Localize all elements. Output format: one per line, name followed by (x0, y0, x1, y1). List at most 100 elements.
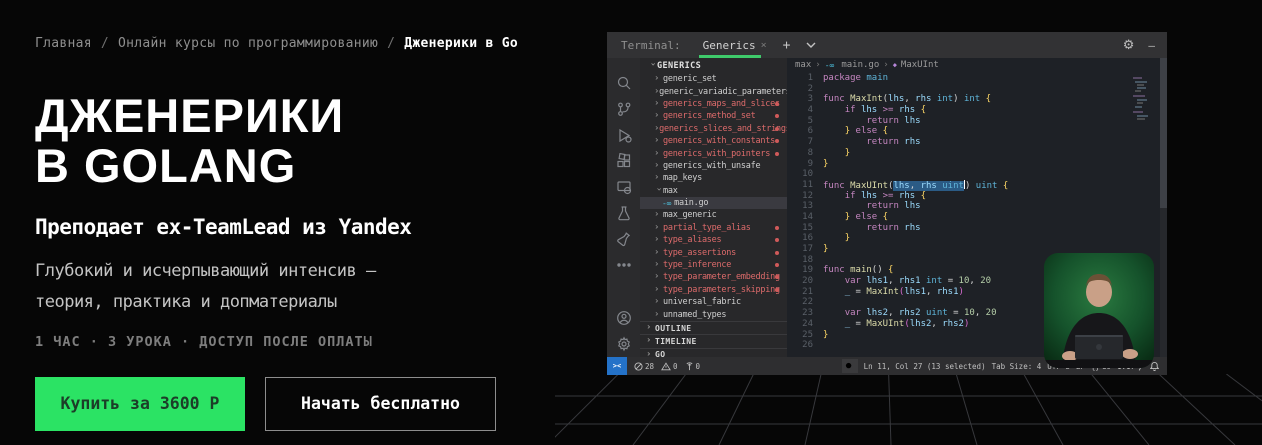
breadcrumb-separator: / (387, 36, 395, 51)
chevron-icon: › (654, 272, 663, 282)
tree-item-max[interactable]: ›max (640, 185, 787, 197)
tools-icon[interactable] (613, 226, 635, 252)
chevron-icon: › (654, 136, 663, 146)
code-line: 4 if lhs >= rhs { (787, 105, 1143, 116)
modified-dot (775, 238, 779, 242)
extensions-icon[interactable] (613, 148, 635, 174)
status-line-col[interactable]: Ln 11, Col 27 (13 selected) (864, 362, 986, 371)
forwarded-ports[interactable]: 0 (685, 362, 701, 371)
breadcrumb-separator: / (101, 36, 109, 51)
search-icon[interactable] (613, 70, 635, 96)
tree-item-generic_variadic_parameters[interactable]: ›generic_variadic_parameters (640, 85, 787, 97)
tree-item-type_parameter_embedding[interactable]: ›type_parameter_embedding (640, 271, 787, 283)
tree-item-generics_with_pointers[interactable]: ›generics_with_pointers (640, 147, 787, 159)
chevron-icon: › (654, 98, 663, 108)
sidebar-section-go[interactable]: ›GO (640, 348, 787, 357)
code-line: 10 (787, 169, 1143, 180)
gear-icon[interactable]: ⚙ (1123, 38, 1135, 53)
scrollbar-thumb[interactable] (1160, 58, 1167, 208)
code-line: 11func MaxUInt(lhs, rhs uint) uint { (787, 180, 1143, 191)
testing-icon[interactable] (613, 200, 635, 226)
tree-item-universal_fabric[interactable]: ›universal_fabric (640, 296, 787, 308)
modified-dot (775, 139, 779, 143)
tree-item-partial_type_alias[interactable]: ›partial_type_alias (640, 222, 787, 234)
tree-item-generics_with_constants[interactable]: ›generics_with_constants (640, 135, 787, 147)
breadcrumb-courses[interactable]: Онлайн курсы по программированию (118, 36, 378, 51)
editor-titlebar: Terminal: Generics × + ⚙ – (607, 32, 1167, 58)
scrollbar[interactable] (1160, 58, 1167, 357)
chevron-icon: › (654, 111, 663, 121)
chevron-icon: › (654, 74, 663, 84)
problems-warnings[interactable]: 0 (661, 362, 678, 371)
tree-item-type_parameters_skipping[interactable]: ›type_parameters_skipping (640, 284, 787, 296)
person-hand (1122, 349, 1138, 359)
tree-item-generics_maps_and_slices[interactable]: ›generics_maps_and_slices (640, 98, 787, 110)
explorer-section-header[interactable]: › GENERICS (640, 58, 787, 73)
tree-item-map_keys[interactable]: ›map_keys (640, 172, 787, 184)
breadcrumb-home[interactable]: Главная (35, 36, 92, 51)
cta-buttons: Купить за 3600 Р Начать бесплатно (35, 377, 535, 431)
tree-item-generics_with_unsafe[interactable]: ›generics_with_unsafe (640, 160, 787, 172)
chevron-icon: › (648, 61, 658, 70)
tree-item-main.go[interactable]: -∞main.go (640, 197, 787, 209)
code-line: 1package main (787, 73, 1143, 84)
remote-indicator[interactable]: >< (607, 357, 627, 375)
page-title: ДЖЕНЕРИКИ В GOLANG (35, 91, 535, 191)
editor-breadcrumb[interactable]: max› -∞ main.go› ◆ MaxUInt (787, 58, 1167, 72)
code-line: 12 if lhs >= rhs { (787, 191, 1143, 202)
chevron-down-icon[interactable] (806, 39, 816, 52)
chevron-icon: › (654, 210, 663, 220)
tree-item-type_aliases[interactable]: ›type_aliases (640, 234, 787, 246)
minimize-icon[interactable]: – (1148, 39, 1155, 52)
chevron-icon: › (654, 309, 663, 319)
chevron-icon: › (654, 284, 663, 294)
tree-item-unnamed_types[interactable]: ›unnamed_types (640, 308, 787, 320)
perspective-grid-background (555, 374, 1262, 445)
tree-item-max_generic[interactable]: ›max_generic (640, 209, 787, 221)
go-file-icon: -∞ (825, 61, 835, 70)
buy-button[interactable]: Купить за 3600 Р (35, 377, 245, 431)
chevron-icon: › (654, 297, 663, 307)
course-subtitle: Преподает ex-TeamLead из Yandex (35, 215, 535, 239)
warning-icon (661, 362, 671, 371)
tree-item-type_assertions[interactable]: ›type_assertions (640, 246, 787, 258)
sidebar-section-timeline[interactable]: ›TIMELINE (640, 334, 787, 347)
explorer-sidebar: › GENERICS ›generic_set›generic_variadic… (640, 58, 787, 357)
tab-generics[interactable]: Generics × (703, 32, 767, 58)
course-meta: 1 ЧАС · 3 УРОКА · ДОСТУП ПОСЛЕ ОПЛАТЫ (35, 334, 535, 350)
code-line: 6 } else { (787, 126, 1143, 137)
minimap[interactable] (1133, 76, 1155, 136)
more-icon[interactable] (613, 252, 635, 278)
tree-item-type_inference[interactable]: ›type_inference (640, 259, 787, 271)
method-symbol-icon: ◆ (893, 61, 897, 69)
problems-errors[interactable]: 28 (634, 362, 654, 371)
tree-item-generics_method_set[interactable]: ›generics_method_set (640, 110, 787, 122)
add-tab-icon[interactable]: + (783, 39, 791, 52)
status-tab-size[interactable]: Tab Size: 4 (992, 362, 1042, 371)
tree-item-generic_set[interactable]: ›generic_set (640, 73, 787, 85)
account-icon[interactable] (613, 305, 635, 331)
terminal-label: Terminal: (621, 39, 681, 52)
chevron-icon: › (654, 86, 659, 96)
source-control-icon[interactable] (613, 96, 635, 122)
sidebar-section-outline[interactable]: ›OUTLINE (640, 321, 787, 334)
chevron-icon: › (654, 123, 659, 133)
modified-dot (775, 226, 779, 230)
zoom-out-icon[interactable] (842, 359, 858, 373)
chevron-icon: › (654, 160, 663, 170)
breadcrumb-current: Дженерики в Go (404, 36, 518, 51)
modified-dot (775, 114, 779, 118)
bell-icon[interactable] (1150, 361, 1159, 371)
code-line: 2 (787, 84, 1143, 95)
file-tree: ›generic_set›generic_variadic_parameters… (640, 73, 787, 321)
close-tab-icon[interactable]: × (761, 40, 767, 51)
error-icon (634, 362, 643, 371)
run-debug-icon[interactable] (613, 122, 635, 148)
start-free-button[interactable]: Начать бесплатно (265, 377, 496, 431)
remote-explorer-icon[interactable] (613, 174, 635, 200)
chevron-icon: › (654, 222, 663, 232)
code-line: 15 return rhs (787, 223, 1143, 234)
code-line: 5 return lhs (787, 116, 1143, 127)
tree-item-generics_slices_and_strings[interactable]: ›generics_slices_and_strings (640, 123, 787, 135)
settings-icon[interactable] (613, 331, 635, 357)
